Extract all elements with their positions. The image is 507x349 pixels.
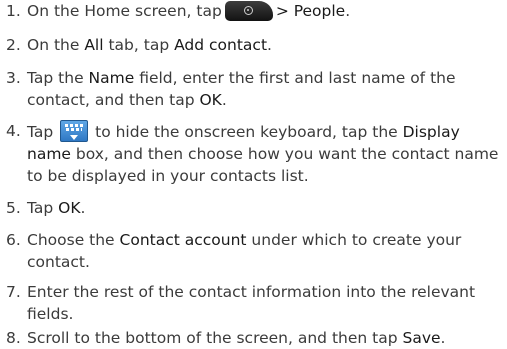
step-text: Enter the rest of the contact informatio… <box>27 283 476 323</box>
step-3: 3. Tap the Name field, enter the first a… <box>6 67 506 111</box>
step-7: 7. Enter the rest of the contact informa… <box>6 281 506 325</box>
step-1: 1. On the Home screen, tap > People. <box>6 0 506 22</box>
instruction-steps: 1. On the Home screen, tap > People. 2. O… <box>0 0 507 349</box>
step-number: 8. <box>6 329 21 347</box>
step-text: Tap to hide the onscreen keyboard, tap t… <box>27 120 506 187</box>
step-2: 2. On the All tab, tap Add contact. <box>6 34 506 56</box>
hide-keyboard-icon <box>60 120 89 142</box>
step-text: Scroll to the bottom of the screen, and … <box>27 329 446 347</box>
step-number: 2. <box>6 36 21 54</box>
step-number: 6. <box>6 231 21 249</box>
step-number: 7. <box>6 283 21 301</box>
step-number: 5. <box>6 199 21 217</box>
step-text: Tap the Name field, enter the first and … <box>27 69 456 109</box>
step-number: 4. <box>6 122 21 140</box>
step-text: Tap OK. <box>27 199 86 217</box>
step-8: 8. Scroll to the bottom of the screen, a… <box>6 327 506 349</box>
step-number: 3. <box>6 69 21 87</box>
step-text: On the Home screen, tap > People. <box>27 1 351 21</box>
step-text: On the All tab, tap Add contact. <box>27 36 272 54</box>
step-5: 5. Tap OK. <box>6 197 506 219</box>
step-text: Choose the Contact account under which t… <box>27 231 462 271</box>
step-number: 1. <box>6 2 21 20</box>
all-apps-button-icon <box>224 1 273 21</box>
step-4: 4. Tap to hide the onscreen keyboard, ta… <box>6 120 506 187</box>
step-6: 6. Choose the Contact account under whic… <box>6 229 506 273</box>
